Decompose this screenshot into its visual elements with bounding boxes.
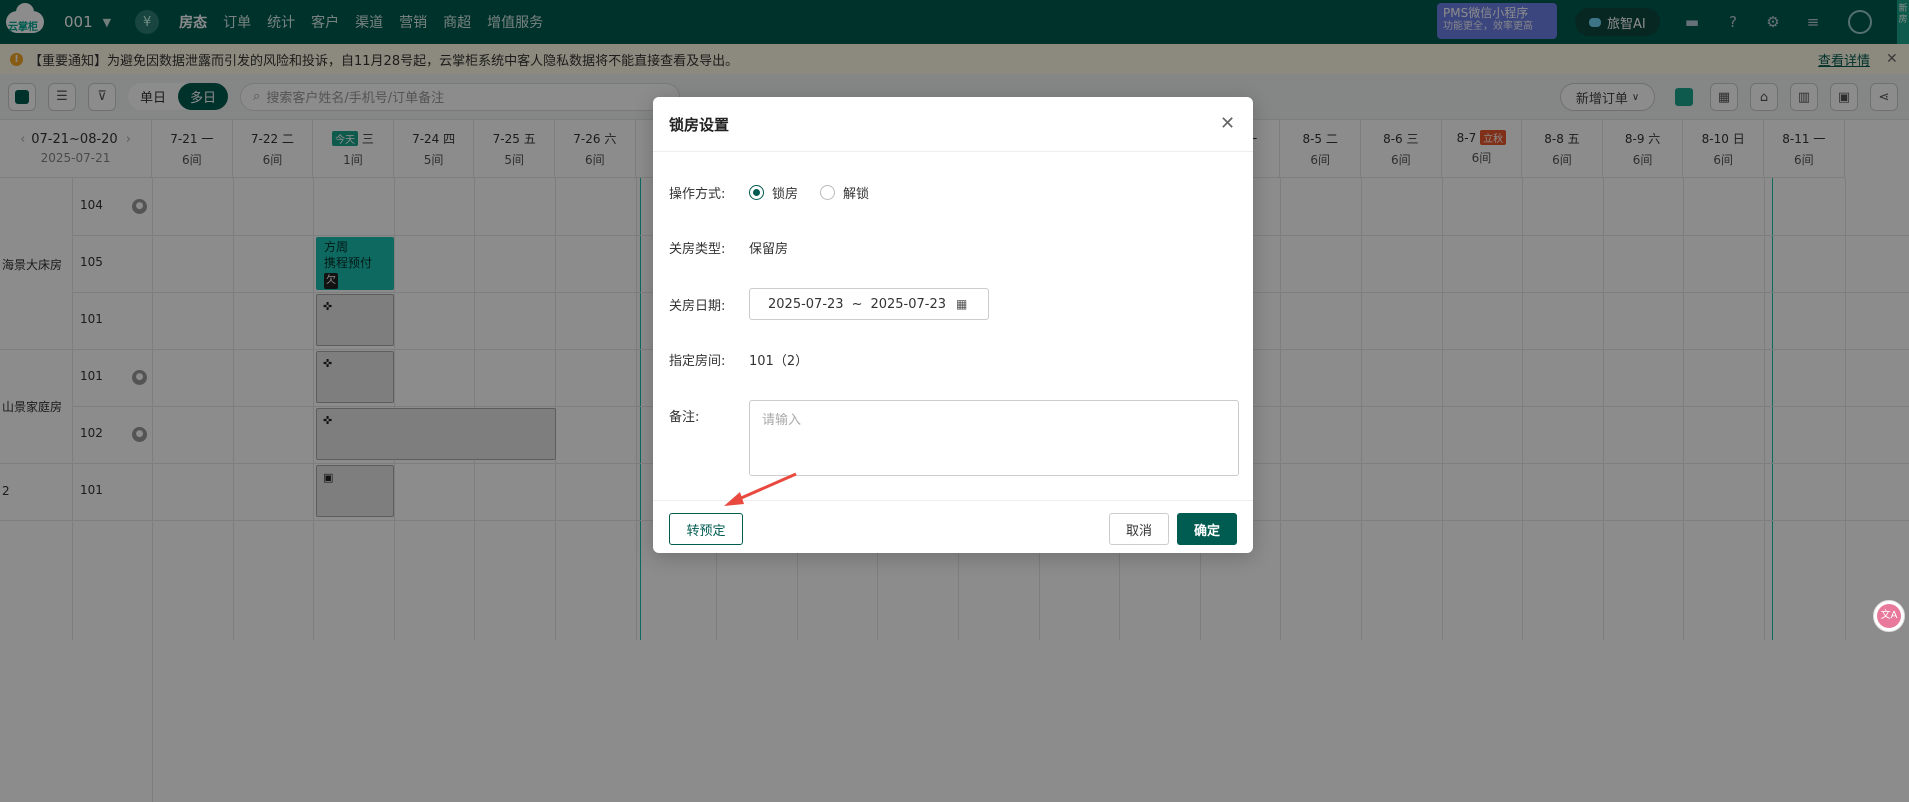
radio-unchecked-icon	[820, 185, 836, 200]
convert-to-booking-button[interactable]: 转预定	[669, 513, 743, 545]
calendar-icon: ▦	[956, 297, 968, 311]
dialog-title: 锁房设置	[653, 97, 1253, 152]
remark-input[interactable]: 请输入	[749, 400, 1239, 476]
close-date-row: 关房日期: 2025-07-23 ~ 2025-07-23 ▦	[669, 288, 989, 320]
arrow-head	[724, 492, 744, 506]
room-row: 指定房间: 101（2）	[669, 350, 808, 369]
close-type-value: 保留房	[749, 242, 789, 257]
unlock-radio[interactable]: 解锁	[820, 183, 869, 202]
date-range-picker[interactable]: 2025-07-23 ~ 2025-07-23 ▦	[749, 288, 989, 320]
annotation-arrow	[724, 472, 797, 506]
operation-row: 操作方式: 锁房 解锁	[669, 183, 891, 202]
remark-label-row: 备注:	[669, 410, 700, 425]
translate-icon: 文A	[1877, 604, 1901, 628]
confirm-button[interactable]: 确定	[1177, 513, 1237, 545]
close-type-row: 关房类型: 保留房	[669, 238, 788, 257]
close-icon[interactable]: ✕	[1220, 113, 1235, 134]
lock-radio[interactable]: 锁房	[749, 183, 798, 202]
radio-checked-icon	[749, 185, 764, 200]
room-value: 101（2）	[749, 354, 809, 369]
cancel-button[interactable]: 取消	[1109, 513, 1169, 545]
translate-widget[interactable]: 文A	[1873, 600, 1905, 632]
